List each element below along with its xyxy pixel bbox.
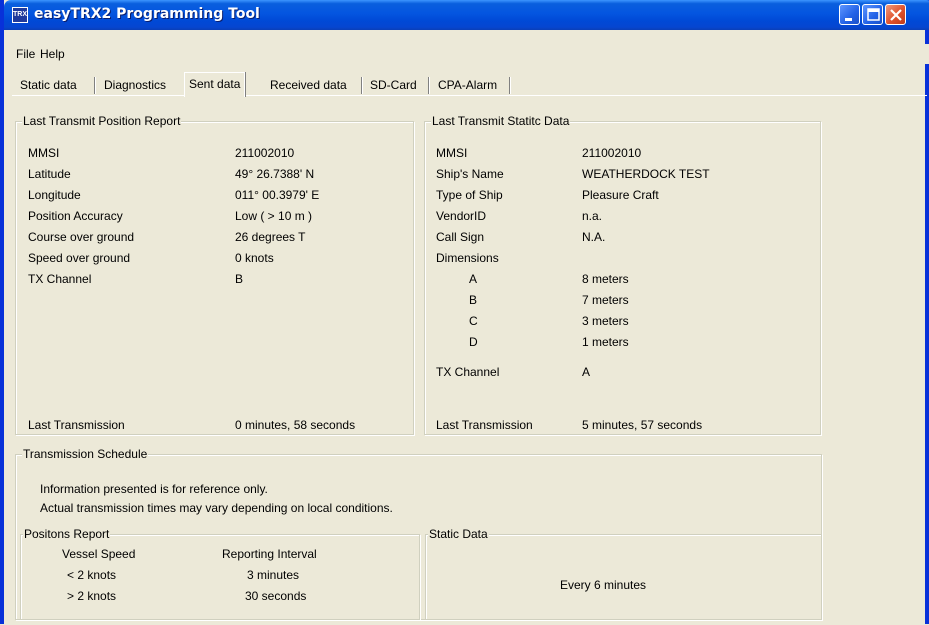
title-bar[interactable]: TRX easyTRX2 Programming Tool [4,0,929,30]
app-window: TRX easyTRX2 Programming Tool File Help … [0,0,929,624]
speed-cell: < 2 knots [67,568,117,582]
field-label: VendorID [436,209,487,223]
static-data-group: Last Transmit Statitc Data MMSI 21100201… [424,114,821,435]
field-value: 26 degrees T [235,230,306,244]
field-value: B [235,272,244,286]
last-transmission-label: Last Transmission [28,418,125,432]
app-icon: TRX [12,7,28,23]
dimension-label: B [469,293,478,307]
field-label: TX Channel [28,272,92,286]
schedule-note-1: Information presented is for reference o… [40,482,268,496]
menu-help[interactable]: Help [40,47,65,61]
dimension-value: 1 meters [582,335,629,349]
column-header-speed: Vessel Speed [62,547,136,561]
last-transmission-value: 0 minutes, 58 seconds [235,418,356,432]
field-value: 0 knots [235,251,274,265]
close-icon [890,9,902,21]
field-label: Latitude [28,167,71,181]
field-value: Low ( > 10 m ) [235,209,313,223]
field-label: Longitude [28,188,81,202]
last-transmission-value: 5 minutes, 57 seconds [582,418,703,432]
minimize-icon [845,18,852,21]
column-header-interval: Reporting Interval [222,547,317,561]
group-title: Last Transmit Position Report [22,114,182,128]
tab-divider [94,77,96,94]
field-value: 49° 26.7388' N [235,167,315,181]
position-report-group: Last Transmit Position Report MMSI 21100… [15,114,414,435]
tab-sent-data[interactable]: Sent data [184,72,246,97]
close-button[interactable] [885,4,906,25]
field-label: Dimensions [436,251,499,265]
menu-file[interactable]: File [16,47,35,61]
field-label: Call Sign [436,230,485,244]
field-label: Course over ground [28,230,135,244]
field-label: Type of Ship [436,188,503,202]
dimension-value: 8 meters [582,272,629,286]
dimension-label: A [469,272,478,286]
field-value: 011° 00.3979' E [235,188,320,202]
tab-received-data[interactable]: Received data [266,75,351,95]
tab-static-data[interactable]: Static data [16,75,81,95]
field-label: MMSI [28,146,60,160]
dimension-value: 7 meters [582,293,629,307]
field-label: Ship's Name [436,167,504,181]
minimize-button[interactable] [839,4,860,25]
tx-channel-label: TX Channel [436,365,500,379]
window-title: easyTRX2 Programming Tool [34,6,260,22]
dimension-label: D [469,335,478,349]
speed-cell: > 2 knots [67,589,117,603]
transmission-schedule-group: Transmission Schedule Information presen… [15,447,822,620]
dimension-label: C [469,314,478,328]
group-title: Positons Report [23,527,111,541]
tab-divider [428,77,430,94]
tx-channel-value: A [582,365,591,379]
tab-sd-card[interactable]: SD-Card [366,75,421,95]
group-title: Last Transmit Statitc Data [431,114,571,128]
field-label: Speed over ground [28,251,131,265]
static-data-schedule-group: Static Data Every 6 minutes [425,527,822,620]
tab-divider [509,77,511,94]
field-value: N.A. [582,230,606,244]
maximize-icon [867,8,880,21]
tab-divider [361,77,363,94]
field-value: n.a. [582,209,603,223]
field-value: Pleasure Craft [582,188,659,202]
interval-cell: 3 minutes [247,568,300,582]
menu-bar: File Help [8,44,929,64]
tab-diagnostics[interactable]: Diagnostics [100,75,170,95]
group-title: Static Data [428,527,489,541]
field-value: 211002010 [582,146,642,160]
schedule-note-2: Actual transmission times may vary depen… [40,501,393,515]
group-title: Transmission Schedule [22,447,149,461]
field-value: 211002010 [235,146,295,160]
field-label: MMSI [436,146,468,160]
maximize-button[interactable] [862,4,883,25]
positions-report-group: Positons Report Vessel Speed Reporting I… [20,527,420,620]
dimension-value: 3 meters [582,314,629,328]
last-transmission-label: Last Transmission [436,418,533,432]
interval-cell: 30 seconds [245,589,307,603]
field-label: Position Accuracy [28,209,123,223]
tab-cpa-alarm[interactable]: CPA-Alarm [434,75,501,95]
field-value: WEATHERDOCK TEST [582,167,710,181]
static-interval-value: Every 6 minutes [560,578,647,592]
